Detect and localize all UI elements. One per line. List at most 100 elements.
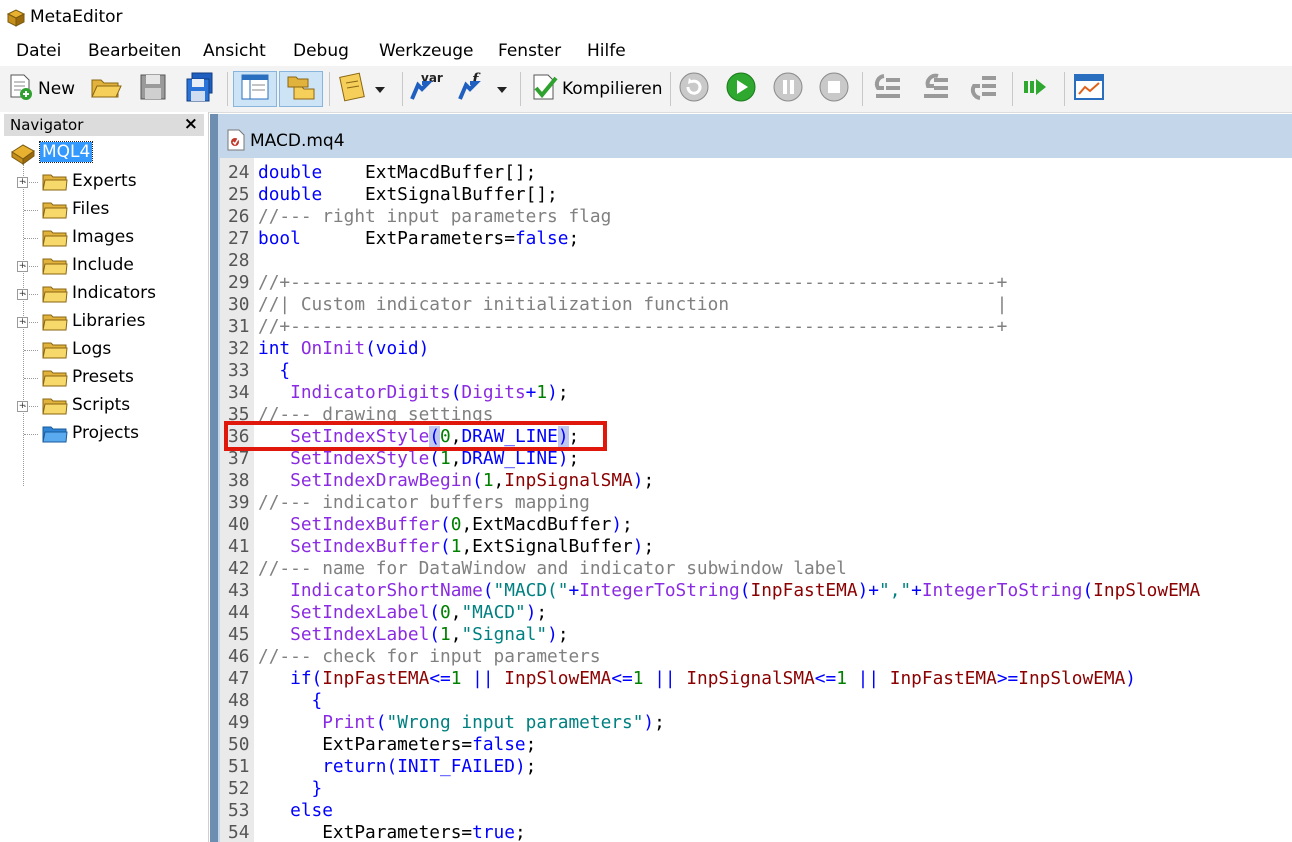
- code-line[interactable]: 32 int OnInit(void): [220, 338, 1292, 360]
- code-line[interactable]: 41 SetIndexBuffer(1,ExtSignalBuffer);: [220, 536, 1292, 558]
- code-token: ): [643, 712, 655, 733]
- code-line[interactable]: 34 IndicatorDigits(Digits+1);: [220, 382, 1292, 404]
- code-text: //+-------------------------------------…: [258, 272, 1007, 294]
- step-button[interactable]: [1020, 71, 1056, 107]
- close-icon[interactable]: ×: [184, 114, 198, 134]
- code-token: 1: [536, 382, 548, 403]
- code-line[interactable]: 35 //--- drawing settings: [220, 404, 1292, 426]
- stop-debug-button[interactable]: [818, 71, 854, 107]
- code-text: //--- check for input parameters: [258, 646, 601, 668]
- code-token: <=: [814, 668, 837, 689]
- code-line[interactable]: 38 SetIndexDrawBegin(1,InpSignalSMA);: [220, 470, 1292, 492]
- code-line[interactable]: 25 double ExtSignalBuffer[];: [220, 184, 1292, 206]
- code-token: //--- right input parameters flag: [258, 206, 612, 227]
- menu-debug[interactable]: Debug: [293, 41, 349, 61]
- step-out-icon: [966, 72, 1000, 106]
- code-line[interactable]: 40 SetIndexBuffer(0,ExtMacdBuffer);: [220, 514, 1292, 536]
- step-over-button[interactable]: [918, 71, 956, 107]
- code-text: SetIndexStyle(0,DRAW_LINE);: [258, 426, 579, 448]
- editor-tab[interactable]: MACD.mq4: [220, 124, 1292, 154]
- code-line[interactable]: 29 //+-----------------------------------…: [220, 272, 1292, 294]
- tree-item-libraries[interactable]: + Libraries: [0, 308, 200, 336]
- save-button[interactable]: [138, 71, 172, 107]
- code-line[interactable]: 31 //+-----------------------------------…: [220, 316, 1292, 338]
- menu-hilfe[interactable]: Hilfe: [587, 41, 626, 61]
- step-into-button[interactable]: [870, 71, 908, 107]
- code-editor[interactable]: 24 double ExtMacdBuffer[]; 25 double ExtSig…: [220, 158, 1292, 842]
- tree-item-images[interactable]: Images: [0, 224, 200, 252]
- save-all-button[interactable]: [184, 71, 220, 107]
- code-text: return(INIT_FAILED);: [258, 756, 536, 778]
- code-line[interactable]: 30 //| Custom indicator initialization fu…: [220, 294, 1292, 316]
- chevron-down-icon[interactable]: [374, 80, 386, 99]
- code-token: ;: [514, 822, 526, 842]
- tree-item-experts[interactable]: + Experts: [0, 168, 200, 196]
- code-text: //--- drawing settings: [258, 404, 494, 426]
- code-token: ;: [525, 756, 537, 777]
- code-token: SetIndexStyle: [258, 448, 430, 469]
- menu-bearbeiten[interactable]: Bearbeiten: [88, 41, 181, 61]
- tree-root-mql4[interactable]: MQL4: [0, 140, 200, 168]
- terminal-chart-icon: [1072, 72, 1106, 106]
- tree-item-logs[interactable]: Logs: [0, 336, 200, 364]
- menu-datei[interactable]: Datei: [16, 41, 61, 61]
- code-line[interactable]: 36 SetIndexStyle(0,DRAW_LINE);: [220, 426, 1292, 448]
- code-line[interactable]: 28: [220, 250, 1292, 272]
- tree-item-projects[interactable]: Projects: [0, 420, 200, 448]
- new-button-label: New: [38, 79, 76, 99]
- code-line[interactable]: 44 SetIndexLabel(0,"MACD");: [220, 602, 1292, 624]
- line-number: 54: [228, 822, 250, 842]
- code-token: if: [258, 668, 312, 689]
- code-text: {: [258, 690, 323, 712]
- tree-item-indicators[interactable]: + Indicators: [0, 280, 200, 308]
- code-line[interactable]: 33 {: [220, 360, 1292, 382]
- code-line[interactable]: 45 SetIndexLabel(1,"Signal");: [220, 624, 1292, 646]
- code-line[interactable]: 42 //--- name for DataWindow and indicato…: [220, 558, 1292, 580]
- code-token: "Wrong input parameters": [386, 712, 644, 733]
- code-token: (: [440, 514, 451, 535]
- insert-var-button[interactable]: var: [408, 71, 446, 107]
- navigator-toggle-button[interactable]: [233, 71, 277, 107]
- code-line[interactable]: 54 ExtParameters=true;: [220, 822, 1292, 842]
- open-terminal-button[interactable]: [1072, 71, 1110, 107]
- step-out-button[interactable]: [966, 71, 1004, 107]
- pause-debug-button[interactable]: [772, 71, 808, 107]
- styler-button[interactable]: [336, 71, 394, 107]
- code-line[interactable]: 46 //--- check for input parameters: [220, 646, 1292, 668]
- compile-button[interactable]: Kompilieren: [528, 71, 664, 107]
- stop-icon: [818, 71, 850, 107]
- code-line[interactable]: 51 return(INIT_FAILED);: [220, 756, 1292, 778]
- code-line[interactable]: 39 //--- indicator buffers mapping: [220, 492, 1292, 514]
- code-line[interactable]: 48 {: [220, 690, 1292, 712]
- tree-item-scripts[interactable]: + Scripts: [0, 392, 200, 420]
- code-line[interactable]: 49 Print("Wrong input parameters");: [220, 712, 1292, 734]
- line-number: 39: [228, 492, 250, 513]
- tree-item-presets[interactable]: Presets: [0, 364, 200, 392]
- code-line[interactable]: 53 else: [220, 800, 1292, 822]
- code-line[interactable]: 47 if(InpFastEMA<=1 || InpSlowEMA<=1 || …: [220, 668, 1292, 690]
- code-line[interactable]: 37 SetIndexStyle(1,DRAW_LINE);: [220, 448, 1292, 470]
- menu-fenster[interactable]: Fenster: [498, 41, 561, 61]
- tree-item-include[interactable]: + Include: [0, 252, 200, 280]
- chevron-down-icon[interactable]: [496, 80, 508, 99]
- code-line[interactable]: 52 }: [220, 778, 1292, 800]
- open-button[interactable]: [90, 71, 124, 107]
- start-debug-button[interactable]: [725, 71, 761, 107]
- new-button[interactable]: New: [6, 71, 82, 107]
- tree-item-files[interactable]: Files: [0, 196, 200, 224]
- insert-function-button[interactable]: f: [456, 70, 514, 107]
- code-line[interactable]: 27 bool ExtParameters=false;: [220, 228, 1292, 250]
- tree-item-label: Experts: [72, 171, 137, 191]
- code-line[interactable]: 24 double ExtMacdBuffer[];: [220, 162, 1292, 184]
- code-line[interactable]: 50 ExtParameters=false;: [220, 734, 1292, 756]
- code-line[interactable]: 43 IndicatorShortName("MACD("+IntegerToS…: [220, 580, 1292, 602]
- code-token: (: [440, 536, 451, 557]
- code-text: //--- name for DataWindow and indicator …: [258, 558, 847, 580]
- menu-ansicht[interactable]: Ansicht: [203, 41, 266, 61]
- code-token: ,: [450, 448, 462, 469]
- menu-werkzeuge[interactable]: Werkzeuge: [379, 41, 474, 61]
- toolbox-toggle-button[interactable]: [279, 71, 323, 107]
- code-token: ||: [846, 668, 890, 689]
- code-line[interactable]: 26 //--- right input parameters flag: [220, 206, 1292, 228]
- restart-debug-button[interactable]: [678, 71, 714, 107]
